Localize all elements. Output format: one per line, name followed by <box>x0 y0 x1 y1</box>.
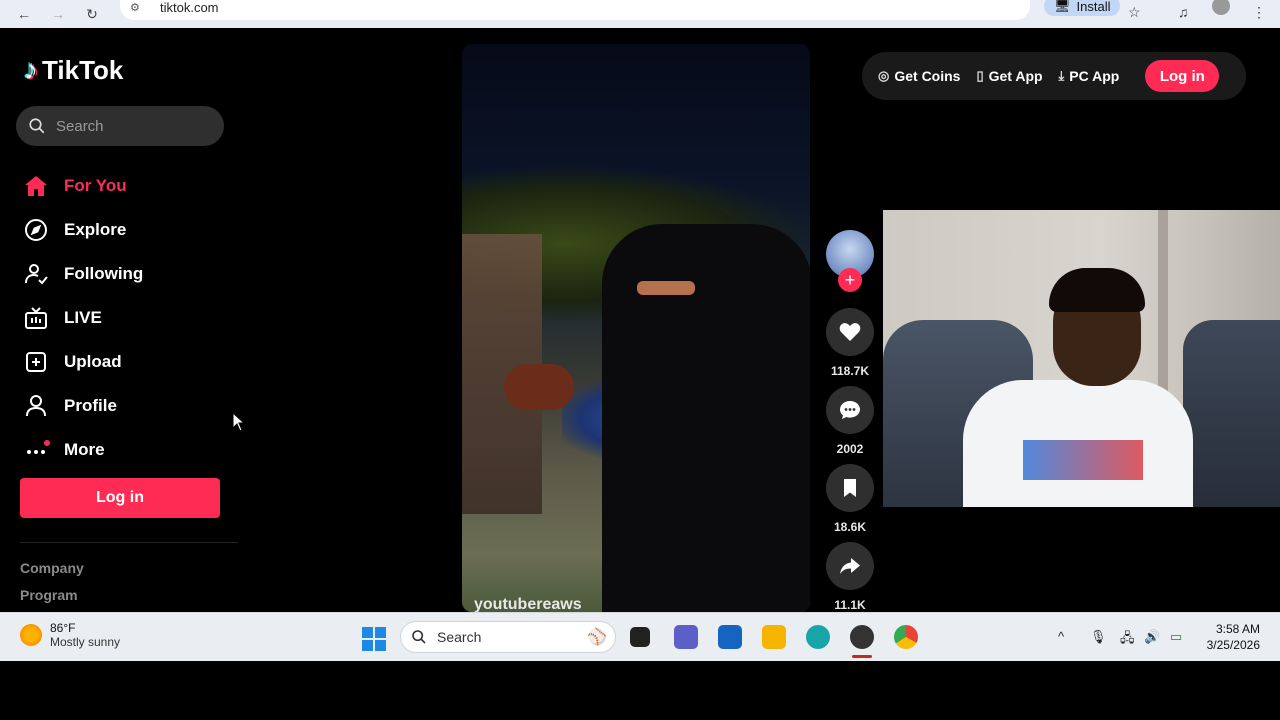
video-watermark: youtubereaws <box>474 596 582 612</box>
more-icon <box>24 438 50 462</box>
upload-icon <box>24 350 48 374</box>
browser-menu-icon[interactable]: ⋮ <box>1252 4 1266 21</box>
like-count: 118.7K <box>830 364 870 378</box>
footer-link-company[interactable]: Company <box>20 560 84 576</box>
pc-app-button[interactable]: ⤓ PC App <box>1059 68 1120 84</box>
show-hidden-icons-icon[interactable]: ^ <box>1058 629 1064 644</box>
footer-link-program[interactable]: Program <box>20 587 78 603</box>
forward-icon[interactable]: → <box>46 4 70 24</box>
video-player[interactable]: youtubereaws <box>462 44 810 612</box>
bookmark-icon <box>844 479 856 497</box>
windows-taskbar: 86°F Mostly sunny Search ⚾ ^ 🎙 🖧 🔊 ▭ 3:5… <box>0 612 1280 661</box>
comment-count: 2002 <box>836 442 864 456</box>
microphone-icon[interactable]: 🎙 <box>1090 629 1107 645</box>
clock-date: 3/25/2026 <box>1206 638 1260 652</box>
tiktok-page: ♪ TikTok Search For You Explore Followin… <box>0 28 1280 612</box>
sidebar-divider <box>20 542 238 543</box>
weather-temperature: 86°F <box>50 621 76 635</box>
webcam-overlay <box>883 210 1280 507</box>
sidebar-item-for-you[interactable]: For You <box>24 164 143 208</box>
sidebar-item-following[interactable]: Following <box>24 252 143 296</box>
share-button[interactable] <box>826 542 874 590</box>
follow-plus-icon[interactable]: + <box>838 268 862 292</box>
weather-widget[interactable]: 86°F Mostly sunny <box>20 621 120 649</box>
sidebar-item-explore[interactable]: Explore <box>24 208 143 252</box>
top-right-bar: ◎ Get Coins ▯ Get App ⤓ PC App Log in <box>862 52 1246 100</box>
sun-icon <box>20 624 42 646</box>
phone-icon: ▯ <box>976 68 984 83</box>
store-icon[interactable] <box>718 625 742 649</box>
sidebar-item-upload[interactable]: Upload <box>24 340 143 384</box>
letterbox-bottom <box>0 661 1280 720</box>
network-icon[interactable]: 🖧 <box>1120 629 1135 651</box>
bookmark-star-icon[interactable]: ☆ <box>1128 4 1141 21</box>
compass-icon <box>24 218 48 242</box>
search-highlight-icon: ⚾ <box>587 629 607 646</box>
url-text: tiktok.com <box>160 0 219 15</box>
sidebar-nav: For You Explore Following LIVE Upload Pr… <box>24 164 143 472</box>
home-icon <box>24 174 48 198</box>
edge-like-app-icon[interactable] <box>806 625 830 649</box>
tiktok-note-icon: ♪ <box>24 54 38 85</box>
sidebar-login-button[interactable]: Log in <box>20 478 220 518</box>
profile-icon <box>24 394 48 418</box>
teams-icon[interactable] <box>674 625 698 649</box>
address-bar[interactable]: ⚙ tiktok.com <box>120 0 1030 20</box>
search-icon <box>412 630 426 644</box>
volume-icon[interactable]: 🔊 <box>1144 629 1160 645</box>
weather-condition: Mostly sunny <box>50 635 121 649</box>
clock-time: 3:58 AM <box>1215 622 1260 636</box>
search-placeholder: Search <box>56 117 104 135</box>
comment-icon <box>840 401 860 419</box>
search-icon <box>29 118 45 134</box>
site-settings-icon[interactable]: ⚙ <box>130 1 146 14</box>
sidebar-item-live[interactable]: LIVE <box>24 296 143 340</box>
task-view-icon[interactable] <box>630 627 650 647</box>
live-icon <box>24 306 48 330</box>
like-button[interactable] <box>826 308 874 356</box>
video-actions: + 118.7K 2002 18.6K 11.1K <box>826 230 874 620</box>
creator-avatar[interactable]: + <box>826 230 874 292</box>
video-subject <box>602 224 810 612</box>
install-icon: 🖥 <box>1054 0 1071 13</box>
windows-start-icon[interactable] <box>362 627 386 651</box>
chrome-icon[interactable] <box>894 625 918 649</box>
tiktok-logo[interactable]: ♪ TikTok <box>24 54 123 86</box>
browser-toolbar: ← → ↻ ⚙ tiktok.com 🖥 Install ☆ ♫ ⋮ <box>0 0 1280 28</box>
file-explorer-icon[interactable] <box>762 625 786 649</box>
obs-icon[interactable] <box>850 625 874 649</box>
reload-icon[interactable]: ↻ <box>80 4 104 24</box>
battery-icon[interactable]: ▭ <box>1170 629 1182 645</box>
coin-icon: ◎ <box>878 68 890 83</box>
following-icon <box>24 262 48 286</box>
profile-avatar-icon[interactable] <box>1212 0 1230 15</box>
save-count: 18.6K <box>833 520 867 534</box>
taskbar-search-input[interactable]: Search ⚾ <box>400 621 616 653</box>
share-icon <box>840 558 860 574</box>
mouse-cursor-icon <box>232 412 246 432</box>
header-login-button[interactable]: Log in <box>1145 60 1220 92</box>
media-control-icon[interactable]: ♫ <box>1178 4 1189 20</box>
search-input[interactable]: Search <box>16 106 224 146</box>
sidebar-item-more[interactable]: More <box>24 428 143 472</box>
sidebar-item-profile[interactable]: Profile <box>24 384 143 428</box>
heart-icon <box>839 323 861 341</box>
taskbar-clock[interactable]: 3:58 AM 3/25/2026 <box>1200 621 1260 653</box>
back-icon[interactable]: ← <box>12 4 36 24</box>
download-icon: ⤓ <box>1058 68 1065 83</box>
get-app-button[interactable]: ▯ Get App <box>976 68 1042 84</box>
install-button[interactable]: 🖥 Install <box>1044 0 1121 16</box>
save-button[interactable] <box>826 464 874 512</box>
comment-button[interactable] <box>826 386 874 434</box>
get-coins-button[interactable]: ◎ Get Coins <box>878 68 960 84</box>
